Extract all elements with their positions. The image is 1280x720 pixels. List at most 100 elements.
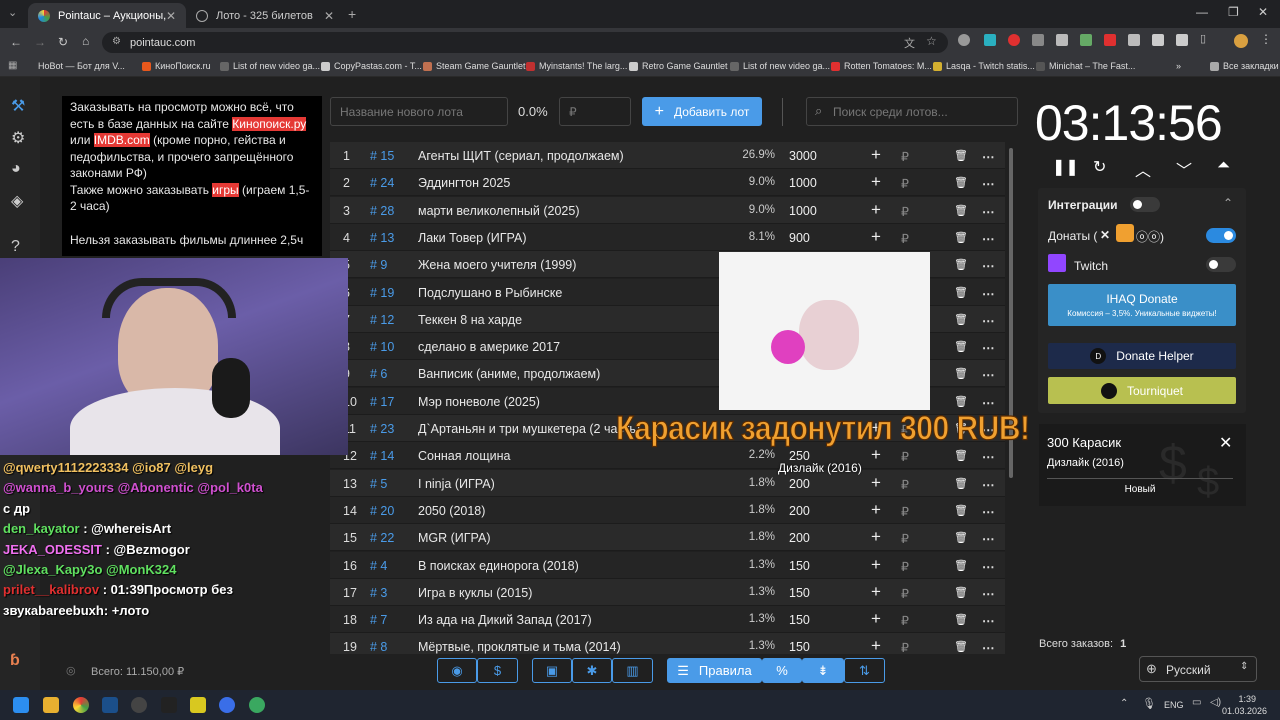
trash-icon[interactable]: 🗑 <box>954 340 968 353</box>
more-icon[interactable]: ⋯ <box>982 149 995 164</box>
new-lot-input[interactable]: Название нового лота <box>330 97 508 126</box>
sort-button[interactable]: ⇅ <box>844 658 885 683</box>
lot-name[interactable]: Теккен 8 на харде <box>418 313 522 327</box>
keyboard-language[interactable]: ENG <box>1164 700 1184 710</box>
more-icon[interactable]: ⋯ <box>982 613 995 628</box>
lot-amount[interactable]: 150 <box>789 559 810 573</box>
more-icon[interactable]: ⋯ <box>982 477 995 492</box>
lot-name[interactable]: марти великолепный (2025) <box>418 204 580 218</box>
kinopoisk-link[interactable]: Кинопоиск.ру <box>232 116 307 131</box>
chrome-icon[interactable] <box>73 697 89 713</box>
volume-icon[interactable]: ◁) <box>1210 697 1221 708</box>
lot-row[interactable]: 1 # 15 Агенты ЩИТ (сериал, продолжаем) 26.9… <box>330 142 1005 169</box>
more-icon[interactable]: ⋯ <box>982 640 995 654</box>
add-amount-icon[interactable]: + <box>871 609 881 629</box>
tab-search-icon[interactable]: ⌄ <box>8 6 17 19</box>
lot-row[interactable]: 2 # 24 Эддингтон 2025 9.0% 1000 + ₽ 🗑 ⋯ <box>330 169 1005 197</box>
ruble-icon[interactable]: ₽ <box>901 449 909 464</box>
ruble-icon[interactable]: ₽ <box>901 613 909 628</box>
maximize-icon[interactable]: ❐ <box>1228 5 1239 19</box>
lot-name[interactable]: В поисках единорога (2018) <box>418 559 579 573</box>
lot-amount[interactable]: 1000 <box>789 204 817 218</box>
add-amount-icon[interactable]: + <box>871 172 881 192</box>
app-icon[interactable] <box>161 697 177 713</box>
ruble-icon[interactable]: ₽ <box>901 559 909 574</box>
ruble-icon[interactable]: ₽ <box>901 231 909 246</box>
ruble-icon[interactable]: ₽ <box>901 586 909 601</box>
help-icon[interactable]: ? <box>11 238 20 256</box>
hammer-icon[interactable]: ⚒ <box>11 96 25 116</box>
lot-row[interactable]: 18 # 7 Из ада на Дикий Запад (2017) 1.3% 150… <box>330 606 1005 634</box>
percent-button[interactable]: % <box>762 658 802 683</box>
bookmark[interactable]: CopyPastas.com - T... <box>321 61 422 71</box>
more-icon[interactable]: ⋯ <box>982 367 995 382</box>
games-link[interactable]: игры <box>212 182 239 197</box>
lot-name[interactable]: Сонная лощина <box>418 449 511 463</box>
lot-row[interactable]: 3 # 28 марти великолепный (2025) 9.0% 1000 + ₽… <box>330 196 1005 224</box>
trash-icon[interactable]: 🗑 <box>954 640 968 653</box>
add-amount-icon[interactable]: + <box>871 636 881 654</box>
extension-icon[interactable] <box>984 34 996 46</box>
more-bookmarks-icon[interactable]: » <box>1176 61 1181 71</box>
trash-icon[interactable]: 🗑 <box>954 258 968 271</box>
ruble-icon[interactable]: ₽ <box>901 531 909 546</box>
lot-amount[interactable]: 200 <box>789 477 810 491</box>
trash-icon[interactable]: 🗑 <box>954 204 968 217</box>
app-icon[interactable] <box>190 697 206 713</box>
more-icon[interactable]: ⋯ <box>982 340 995 355</box>
bookmark[interactable]: КиноПоиск.ru <box>142 61 211 71</box>
extension-icon[interactable] <box>1104 34 1116 46</box>
wheel-chart-icon[interactable]: ◕ <box>11 160 21 178</box>
bookmark[interactable]: Retro Game Gauntlet <box>629 61 728 71</box>
new-lot-amount-input[interactable]: ₽ <box>559 97 631 126</box>
add-amount-icon[interactable]: + <box>871 200 881 220</box>
lot-amount[interactable]: 200 <box>789 531 810 545</box>
split-button[interactable]: ⇟ <box>802 658 844 683</box>
forward-icon[interactable]: → <box>34 35 46 49</box>
bookmark[interactable]: List of new video ga... <box>220 61 320 71</box>
menu-kebab-icon[interactable]: ⋮ <box>1260 32 1272 46</box>
extension-icon[interactable] <box>1128 34 1140 46</box>
lot-amount[interactable]: 150 <box>789 640 810 654</box>
lot-row[interactable]: 14 # 20 2050 (2018) 1.8% 200 + ₽ 🗑 ⋯ <box>330 496 1005 524</box>
home-icon[interactable]: ⌂ <box>82 34 89 48</box>
ruble-icon[interactable]: ₽ <box>901 477 909 492</box>
trash-icon[interactable]: 🗑 <box>954 367 968 380</box>
new-tab-icon[interactable]: + <box>348 6 356 22</box>
lot-name[interactable]: Из ада на Дикий Запад (2017) <box>418 613 592 627</box>
more-icon[interactable]: ⋯ <box>982 531 995 546</box>
more-icon[interactable]: ⋯ <box>982 231 995 246</box>
lot-name[interactable]: Лаки Товер (ИГРА) <box>418 231 526 245</box>
trash-all-button[interactable]: ▥ <box>612 658 653 683</box>
lot-row[interactable]: 4 # 13 Лаки Товер (ИГРА) 8.1% 900 + ₽ 🗑 ⋯ <box>330 223 1005 251</box>
back-icon[interactable]: ← <box>10 35 22 49</box>
add-amount-icon[interactable]: + <box>871 145 881 165</box>
settings-gear-icon[interactable]: ⚙ <box>11 128 25 148</box>
lot-name[interactable]: Мэр поневоле (2025) <box>418 395 540 409</box>
ruble-icon[interactable]: ₽ <box>901 176 909 191</box>
extensions-puzzle-icon[interactable] <box>1176 34 1188 46</box>
lot-amount[interactable]: 200 <box>789 504 810 518</box>
add-amount-icon[interactable]: + <box>871 473 881 493</box>
close-card-icon[interactable]: ✕ <box>1219 433 1232 453</box>
trash-icon[interactable]: 🗑 <box>954 231 968 244</box>
trash-icon[interactable]: 🗑 <box>954 531 968 544</box>
github-button[interactable]: ◉ <box>437 658 477 683</box>
network-icon[interactable]: ▭ <box>1192 697 1201 708</box>
lot-name[interactable]: I ninja (ИГРА) <box>418 477 495 491</box>
more-icon[interactable]: ⋯ <box>982 313 995 328</box>
extension-icon[interactable] <box>1032 34 1044 46</box>
obs-icon[interactable] <box>131 697 147 713</box>
ruble-icon[interactable]: ₽ <box>901 504 909 519</box>
layers-icon[interactable]: ◈ <box>11 191 23 211</box>
lot-name[interactable]: Ванписик (аниме, продолжаем) <box>418 367 600 381</box>
lot-row[interactable]: 16 # 4 В поисках единорога (2018) 1.3% 150 + ₽… <box>330 551 1005 579</box>
system-clock[interactable]: 1:39 01.03.2026 <box>1222 693 1267 717</box>
ruble-icon[interactable]: ₽ <box>901 149 909 164</box>
lot-amount[interactable]: 150 <box>789 613 810 627</box>
ruble-icon[interactable]: ₽ <box>901 640 909 654</box>
collapse-chevron-icon[interactable]: ⌃ <box>1223 196 1233 210</box>
lot-amount[interactable]: 150 <box>789 586 810 600</box>
lot-row[interactable]: 17 # 3 Игра в куклы (2015) 1.3% 150 + ₽ 🗑 ⋯ <box>330 578 1005 606</box>
ihaq-donate-button[interactable]: IHAQ Donate Комиссия – 3,5%. Уникальные … <box>1048 284 1236 326</box>
